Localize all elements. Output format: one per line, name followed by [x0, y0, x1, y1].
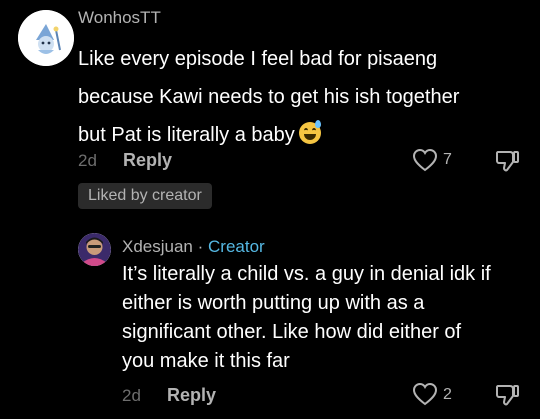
reply-text-line: significant other. Like how did either o…: [122, 321, 462, 343]
comment-username[interactable]: WonhosTT: [78, 8, 161, 28]
reply-date: 2d: [122, 386, 141, 405]
comment-text-line: Like every episode I feel bad for pisaen…: [78, 48, 438, 70]
grinning-face-with-sweat-emoji-icon: [298, 120, 321, 144]
reply-button[interactable]: Reply: [123, 150, 172, 171]
like-heart-icon[interactable]: [412, 148, 438, 172]
creator-label: Creator: [208, 237, 265, 256]
dislike-thumb-down-icon[interactable]: [494, 382, 520, 408]
like-count: 2: [443, 386, 452, 403]
avatar[interactable]: [78, 233, 111, 266]
reply-text-line: you make it this far: [122, 350, 290, 372]
comment-text: Like every episode I feel bad for pisaen…: [78, 40, 528, 154]
dislike-thumb-down-icon[interactable]: [494, 148, 520, 174]
wizard-avatar-icon: [18, 10, 74, 66]
reply-text-line: either is worth putting up with as a: [122, 292, 425, 314]
reply-button[interactable]: Reply: [167, 385, 216, 406]
reply-text: It’s literally a child vs. a guy in deni…: [122, 260, 522, 376]
comment-text-line-content: but Pat is literally a baby: [78, 124, 295, 146]
separator-dot: ·: [197, 237, 204, 256]
avatar[interactable]: [18, 10, 74, 66]
profile-photo-icon: [78, 233, 111, 266]
comment-text-line: because Kawi needs to get his ish togeth…: [78, 86, 460, 108]
reply-username[interactable]: Xdesjuan: [122, 237, 193, 256]
comment-text-line: but Pat is literally a baby: [78, 116, 528, 154]
reply-text-line: It’s literally a child vs. a guy in deni…: [122, 263, 491, 285]
liked-by-creator-badge: Liked by creator: [78, 183, 212, 209]
like-heart-icon[interactable]: [412, 382, 438, 406]
like-count: 7: [443, 151, 452, 168]
reply-user-line: Xdesjuan · Creator: [122, 237, 265, 257]
comment-date: 2d: [78, 151, 97, 170]
